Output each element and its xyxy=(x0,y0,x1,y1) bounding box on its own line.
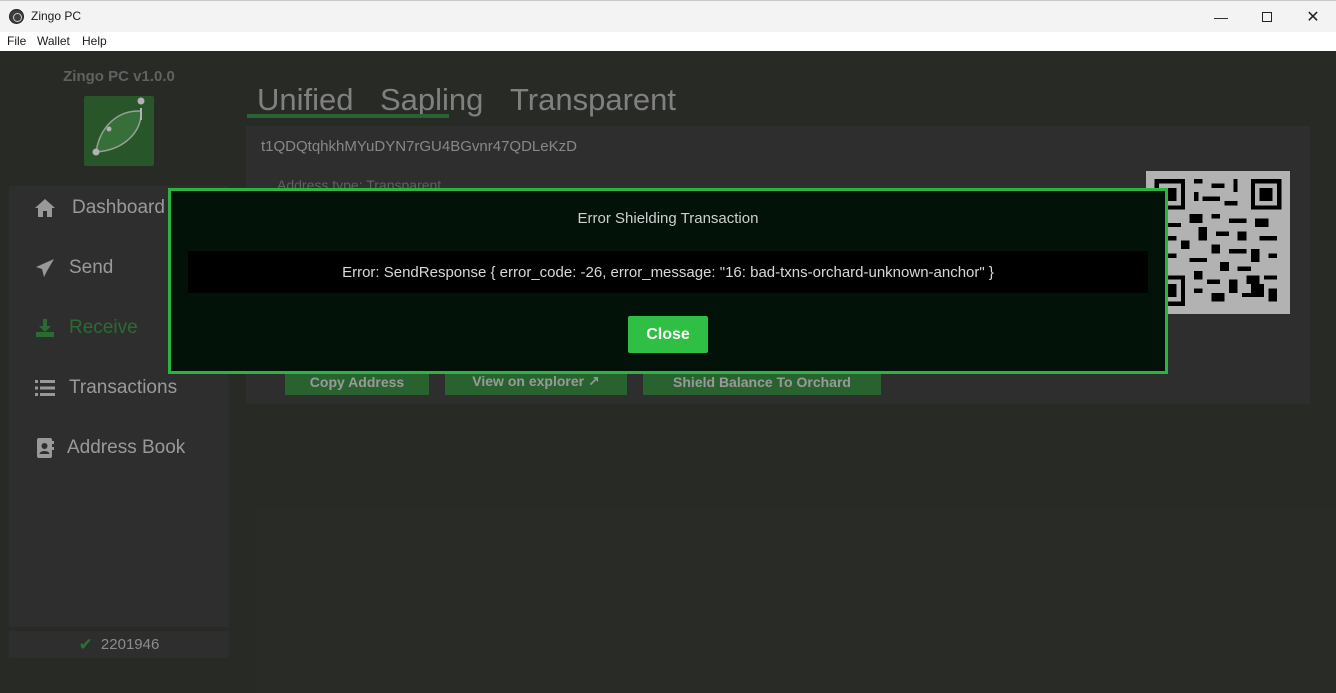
maximize-button[interactable] xyxy=(1244,1,1290,33)
menu-bar: File Wallet Help xyxy=(0,32,1336,51)
error-dialog: Error Shielding Transaction Error: SendR… xyxy=(168,188,1168,374)
maximize-icon xyxy=(1262,12,1272,22)
close-button[interactable]: Close xyxy=(628,316,708,353)
error-message: Error: SendResponse { error_code: -26, e… xyxy=(188,251,1148,293)
close-icon: ✕ xyxy=(1306,9,1320,26)
app-icon xyxy=(9,9,24,24)
menu-help[interactable]: Help xyxy=(82,34,107,48)
menu-file[interactable]: File xyxy=(7,34,26,48)
title-bar: Zingo PC — ✕ xyxy=(0,0,1336,32)
window-title: Zingo PC xyxy=(31,9,82,23)
minimize-button[interactable]: — xyxy=(1198,1,1244,33)
close-window-button[interactable]: ✕ xyxy=(1290,1,1336,33)
dialog-title: Error Shielding Transaction xyxy=(577,210,759,227)
menu-wallet[interactable]: Wallet xyxy=(37,34,70,48)
minimize-icon: — xyxy=(1214,9,1228,25)
